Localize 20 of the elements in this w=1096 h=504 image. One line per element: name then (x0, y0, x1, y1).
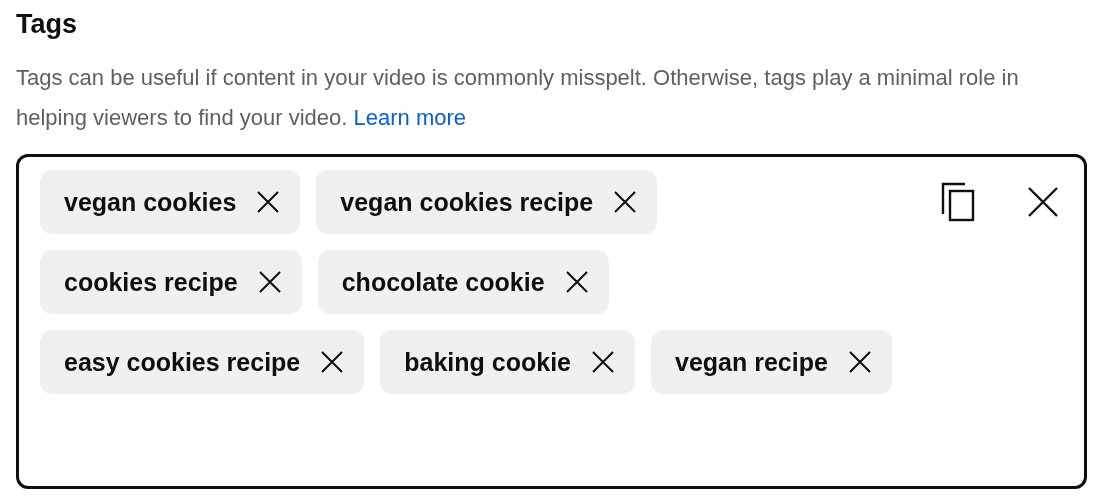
remove-icon[interactable] (613, 190, 638, 214)
remove-icon[interactable] (257, 270, 282, 294)
tag-chip[interactable]: cookies recipe (40, 250, 302, 314)
tag-chip[interactable]: vegan cookies recipe (316, 170, 658, 234)
remove-icon[interactable] (256, 190, 281, 214)
remove-icon[interactable] (564, 270, 589, 294)
tag-chip[interactable]: vegan cookies (40, 170, 301, 234)
remove-icon[interactable] (847, 350, 872, 374)
copy-icon[interactable] (941, 182, 975, 222)
section-title: Tags (16, 8, 78, 41)
learn-more-link[interactable]: Learn more (353, 105, 467, 130)
remove-icon[interactable] (320, 350, 345, 374)
remove-icon[interactable] (591, 350, 615, 374)
tag-chip[interactable]: baking cookie (380, 330, 635, 394)
close-icon[interactable] (1027, 186, 1059, 218)
tag-chip[interactable]: easy cookies recipe (40, 330, 365, 394)
tag-chip[interactable]: vegan recipe (651, 330, 892, 394)
tags-field[interactable]: vegan cookies vegan cookies recipe cookies recipe chocolate cookie easy cookies recipe baking cookie vegan recipe (16, 154, 1087, 489)
tag-chip[interactable]: chocolate cookie (317, 250, 609, 314)
description-text: Tags can be useful if content in your video is commonly misspelt. Otherwise, tags play a minimal role in helping viewers to find your video. Learn more (16, 64, 1020, 132)
